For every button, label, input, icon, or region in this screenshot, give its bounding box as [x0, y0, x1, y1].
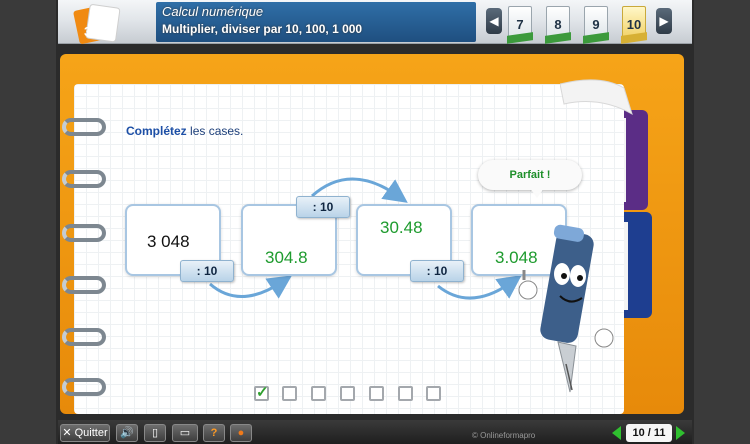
operation-label: : 10 [410, 260, 464, 282]
prev-screen-icon[interactable] [612, 426, 621, 440]
record-button[interactable]: ● [230, 424, 252, 442]
box-value: 304.8 [265, 248, 308, 267]
instruction-bold: Complétez [126, 124, 187, 138]
chevron-right-icon: ▶ [659, 14, 669, 28]
operation-label: : 10 [296, 196, 350, 218]
page-tab-7[interactable]: 7 [508, 6, 532, 38]
binder-ring [62, 224, 106, 242]
book-button[interactable]: ▭ [172, 424, 198, 442]
next-screen-icon[interactable] [676, 426, 685, 440]
page-tab-label: 10 [626, 17, 642, 32]
checkmark-icon: ✓ [256, 384, 269, 401]
svg-text:2: 2 [96, 24, 101, 34]
help-icon: ? [210, 427, 218, 439]
math-logo-icon: 1 3 2 [73, 4, 121, 44]
subject-title: Calcul numérique [162, 4, 264, 19]
document-icon: ▯ [151, 427, 159, 439]
next-page-button[interactable]: ▶ [656, 8, 672, 34]
speaker-icon: 🔊 [120, 427, 134, 439]
operation-label: : 10 [180, 260, 234, 282]
page-tab-8[interactable]: 8 [546, 6, 570, 38]
page-tab-label: 8 [554, 17, 562, 32]
svg-text:3: 3 [84, 24, 91, 39]
instruction-text: Complétez les cases. [126, 124, 243, 138]
prev-page-button[interactable]: ◀ [486, 8, 502, 34]
binder-ring [62, 328, 106, 346]
instruction-rest: les cases. [186, 124, 244, 138]
page-tab-9[interactable]: 9 [584, 6, 608, 38]
record-icon: ● [237, 427, 245, 439]
quit-button[interactable]: ✕ Quitter [60, 424, 110, 442]
page-indicator: 10 / 11 [626, 424, 672, 442]
progress-checkbox-4 [340, 386, 355, 401]
binder-ring [62, 378, 106, 396]
pen-mascot-icon [518, 224, 614, 393]
progress-checkbox-1: ✓ [254, 384, 269, 401]
page-tab-label: 9 [592, 17, 600, 32]
box-value: 3 048 [147, 232, 190, 251]
document-button[interactable]: ▯ [144, 424, 166, 442]
audio-button[interactable]: 🔊 [116, 424, 138, 442]
quit-label: Quitter [74, 427, 108, 439]
page-curl [560, 79, 633, 116]
binder-ring [62, 118, 106, 136]
progress-checkbox-6 [398, 386, 413, 401]
page-tab-10[interactable]: 10 [622, 6, 646, 38]
box-value: 30.48 [380, 218, 423, 237]
book-icon: ▭ [179, 427, 191, 439]
feedback-bubble: Parfait ! [478, 160, 582, 198]
lesson-title: Multiplier, diviser par 10, 100, 1 000 [162, 22, 363, 36]
progress-checkbox-3 [311, 386, 326, 401]
progress-checkbox-2 [282, 386, 297, 401]
binder-ring [62, 276, 106, 294]
header-title: Calcul numérique Multiplier, diviser par… [160, 3, 480, 41]
help-button[interactable]: ? [203, 424, 225, 442]
progress-checkbox-7 [426, 386, 441, 401]
page-tab-label: 7 [516, 17, 524, 32]
chevron-left-icon: ◀ [489, 14, 499, 28]
binder-ring [62, 170, 106, 188]
progress-checkbox-5 [369, 386, 384, 401]
app-stage: 1 3 2 Calcul numérique Multiplier, divis… [0, 0, 750, 444]
copyright-text: © Onlineformapro [472, 431, 536, 440]
close-icon: ✕ [62, 427, 72, 439]
